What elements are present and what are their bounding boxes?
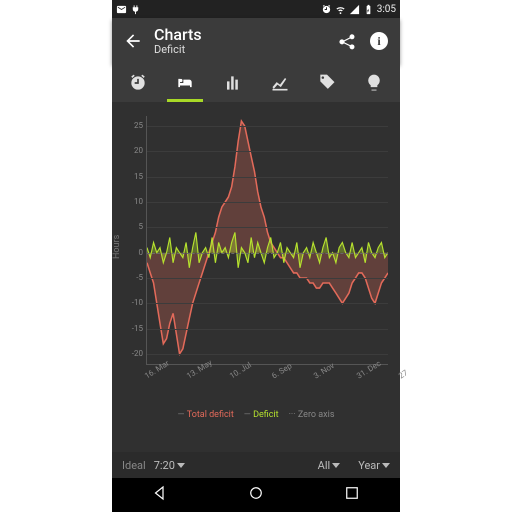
chart-legend: — Total deficit — Deficit ··· Zero axis	[118, 410, 394, 420]
page-subtitle: Deficit	[154, 44, 202, 56]
chart-plot[interactable]: 2520151050-5-10-15-2016. Mar13. May10. J…	[146, 116, 388, 365]
chart-area: Hours 2520151050-5-10-15-2016. Mar13. Ma…	[118, 110, 394, 420]
y-axis-label: Hours	[112, 235, 122, 259]
wifi-icon	[335, 4, 346, 15]
x-tick: 27	[397, 368, 409, 380]
appbar-titles: Charts Deficit	[154, 27, 202, 55]
y-tick: -20	[123, 349, 143, 358]
bulb-icon	[364, 73, 384, 93]
info-button[interactable]: i	[368, 30, 390, 52]
tab-sleep[interactable]	[161, 64, 208, 102]
share-button[interactable]	[336, 30, 358, 52]
alarm-status-icon	[321, 4, 332, 15]
tag-icon	[317, 73, 337, 93]
y-tick: 15	[123, 172, 143, 181]
y-tick: -5	[123, 273, 143, 282]
page-title: Charts	[154, 27, 202, 44]
ideal-label: Ideal	[122, 459, 146, 472]
nav-back[interactable]	[151, 484, 169, 506]
tab-alarm[interactable]	[114, 64, 161, 102]
legend-deficit: Deficit	[253, 410, 279, 420]
tab-tips[interactable]	[351, 64, 398, 102]
nav-recent[interactable]	[343, 484, 361, 506]
ideal-value: 7:20	[154, 459, 175, 472]
trend-icon	[270, 73, 290, 93]
battery-icon	[363, 4, 374, 15]
plug-icon	[130, 4, 141, 15]
period-value: Year	[358, 459, 380, 472]
y-tick: 5	[123, 222, 143, 231]
cell-icon	[349, 4, 360, 15]
period-dropdown[interactable]: Year	[358, 459, 390, 472]
app-bar: Charts Deficit i	[112, 18, 400, 64]
phone-frame: 3:05 Charts Deficit i Hours 2520151050-5…	[112, 0, 400, 512]
status-bar: 3:05	[112, 0, 400, 18]
y-tick: 10	[123, 197, 143, 206]
legend-total-deficit: Total deficit	[187, 410, 234, 420]
nav-home[interactable]	[247, 484, 265, 506]
range-value: All	[318, 459, 331, 472]
caret-down-icon	[382, 463, 390, 468]
tab-bar	[112, 64, 400, 102]
bed-icon	[175, 73, 195, 93]
y-tick: -10	[123, 298, 143, 307]
back-button[interactable]	[122, 30, 144, 52]
caret-down-icon	[177, 463, 185, 468]
y-tick: 25	[123, 121, 143, 130]
tab-tags[interactable]	[303, 64, 350, 102]
ideal-dropdown[interactable]: 7:20	[154, 459, 185, 472]
range-dropdown[interactable]: All	[318, 459, 341, 472]
system-nav-bar	[112, 478, 400, 512]
tab-trend[interactable]	[256, 64, 303, 102]
y-tick: 0	[123, 248, 143, 257]
bars-icon	[222, 73, 242, 93]
mail-icon	[116, 4, 127, 15]
x-tick: 6. Sep	[270, 361, 293, 380]
chart-svg	[147, 116, 388, 364]
alarm-icon	[128, 73, 148, 93]
legend-zero-axis: Zero axis	[298, 410, 335, 420]
bottom-controls: Ideal 7:20 All Year	[112, 452, 400, 478]
caret-down-icon	[332, 463, 340, 468]
y-tick: 20	[123, 146, 143, 155]
y-tick: -15	[123, 324, 143, 333]
clock-time: 3:05	[377, 4, 396, 15]
tab-bars[interactable]	[209, 64, 256, 102]
